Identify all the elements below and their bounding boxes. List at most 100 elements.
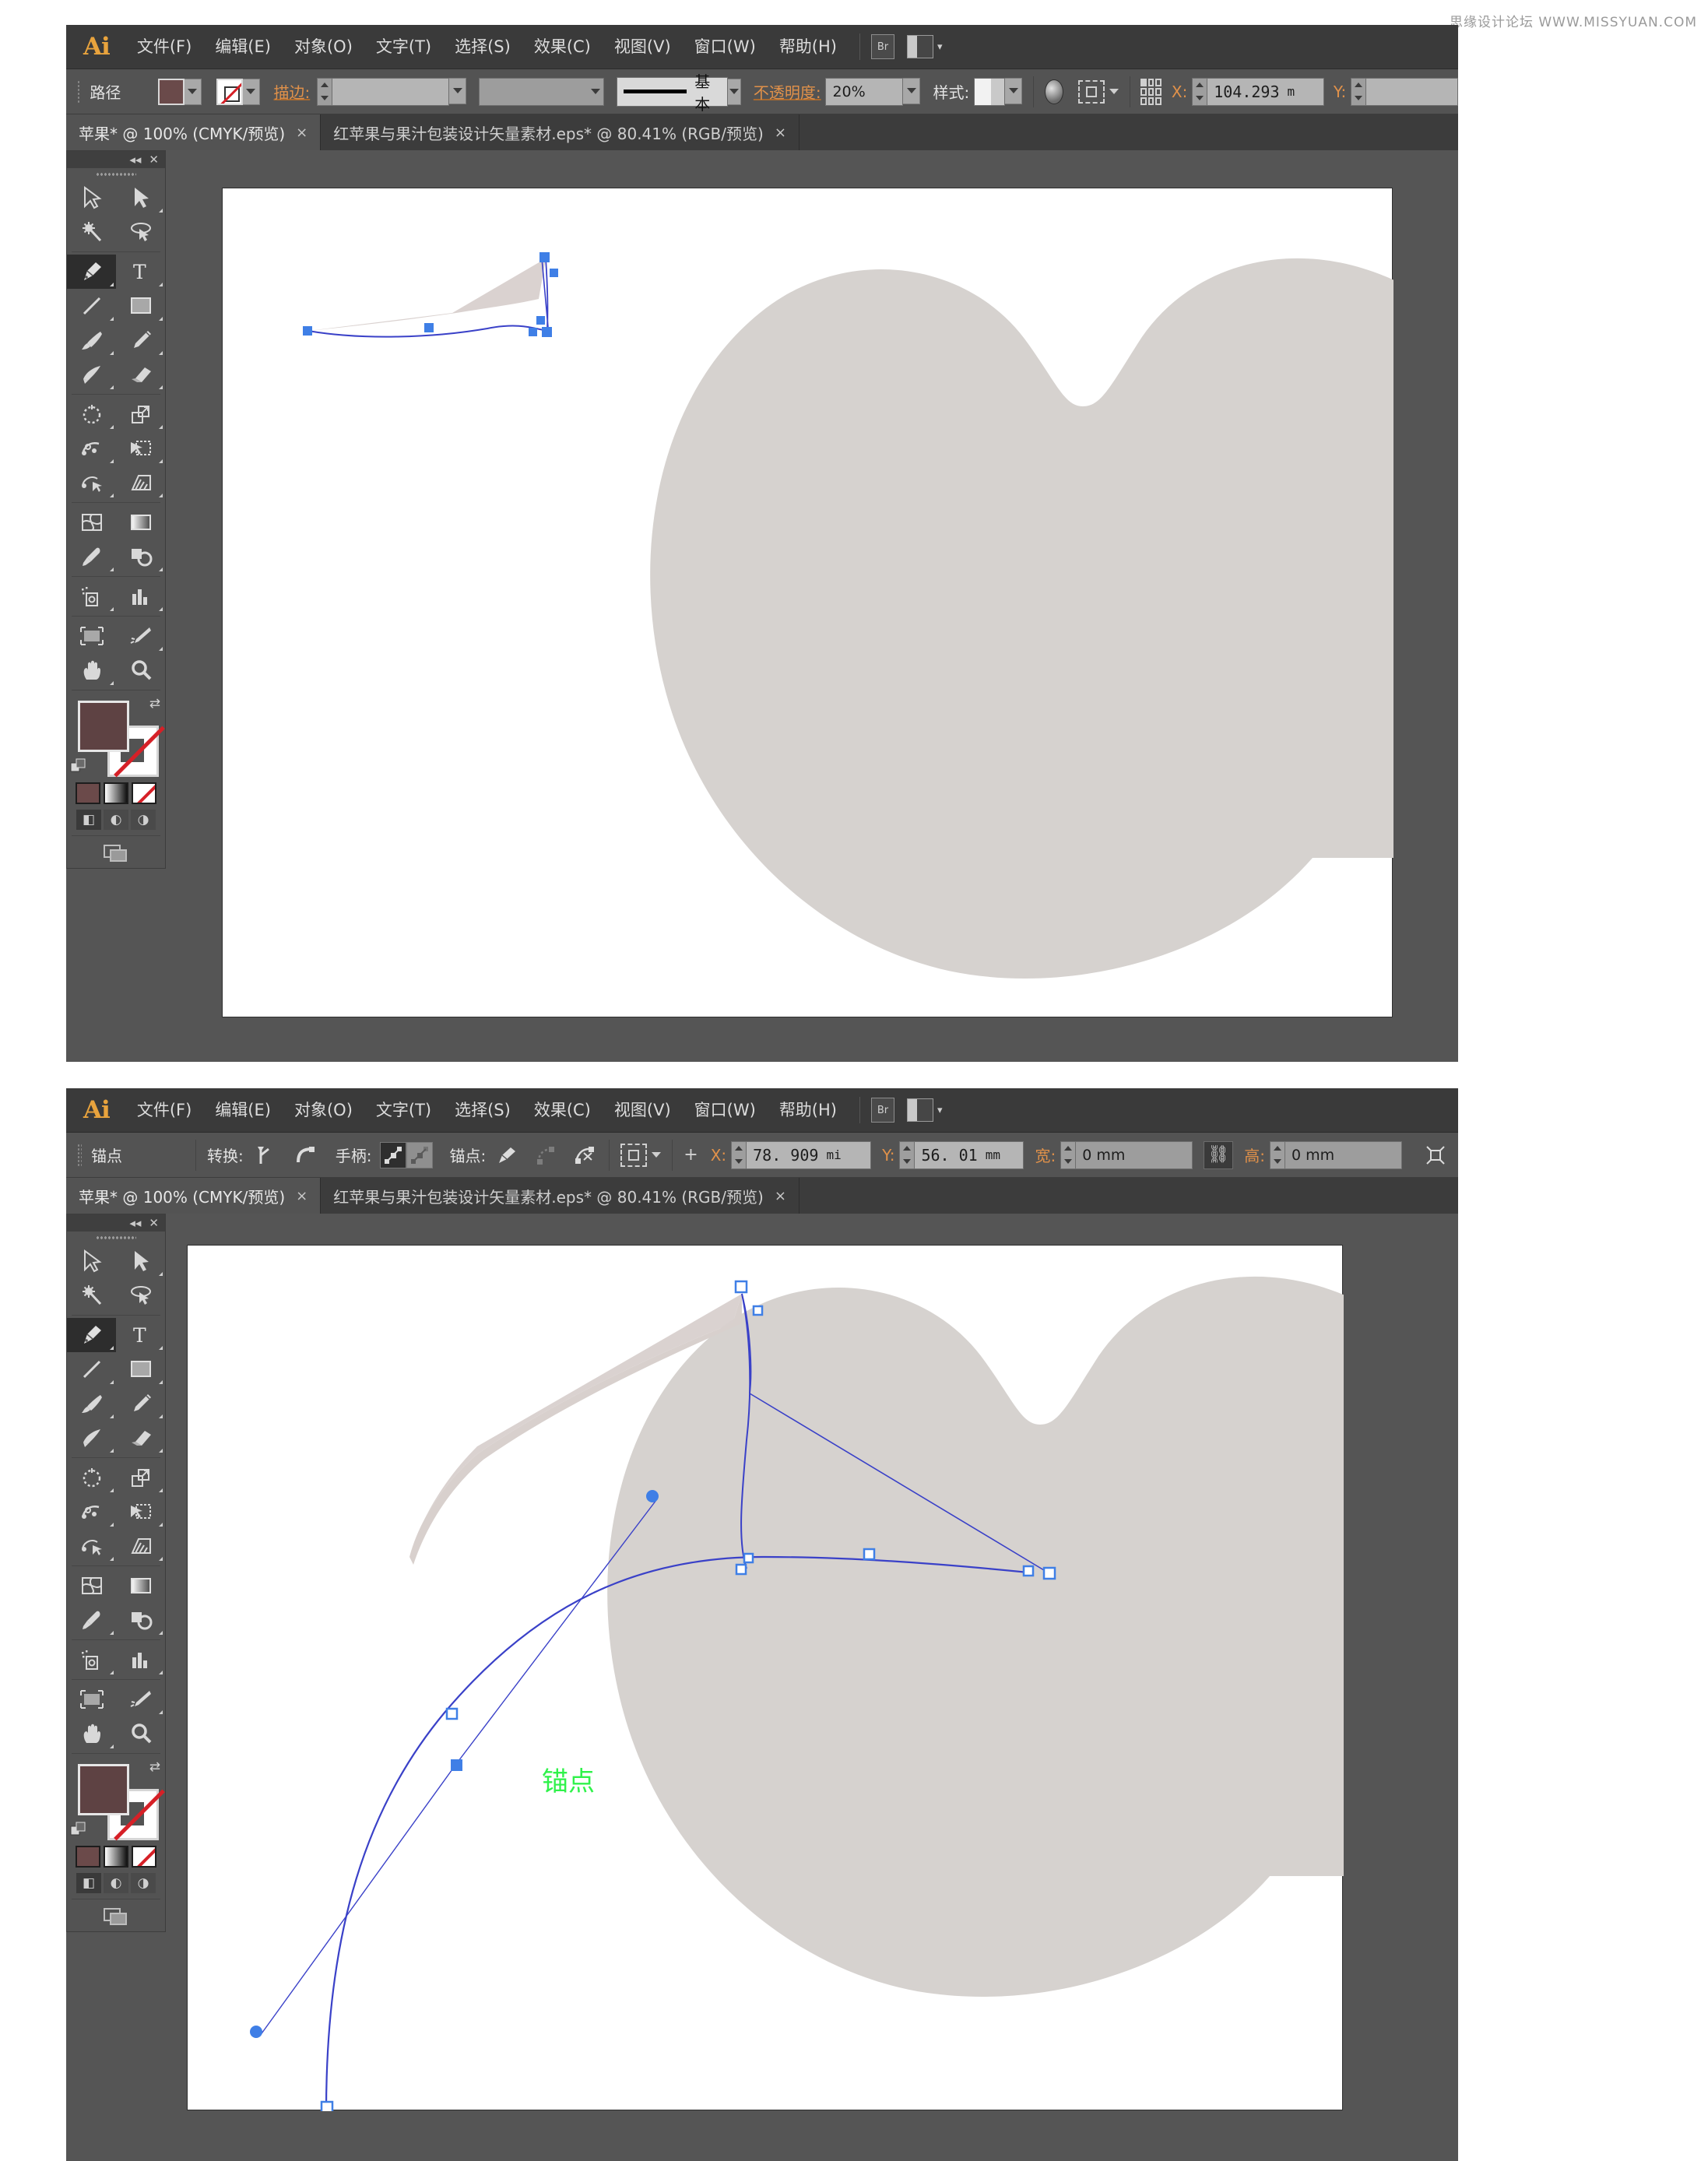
y-position-stepper[interactable]: [1351, 77, 1367, 106]
color-swatch-button[interactable]: [76, 1846, 100, 1868]
y-position-stepper[interactable]: [899, 1140, 916, 1169]
connect-anchors-icon[interactable]: [532, 1142, 559, 1168]
tool-lasso[interactable]: [116, 215, 165, 249]
tool-gradient[interactable]: [116, 505, 165, 539]
tool-eraser[interactable]: [116, 1421, 165, 1455]
tool-free-transform[interactable]: [116, 431, 165, 466]
document-tab-apple[interactable]: 苹果* @ 100% (CMYK/预览) ×: [66, 1178, 322, 1214]
tool-zoom[interactable]: [116, 1717, 165, 1751]
fill-color-swatch[interactable]: [78, 1764, 129, 1815]
tool-line-segment[interactable]: [67, 289, 116, 323]
collapse-double-arrow-icon[interactable]: ◂◂: [129, 153, 141, 166]
menu-item-select[interactable]: 选择(S): [443, 1088, 522, 1133]
tool-width[interactable]: [67, 431, 116, 466]
swap-fill-stroke-icon[interactable]: ⇄: [149, 1759, 160, 1775]
draw-normal-icon[interactable]: ◧: [76, 1873, 101, 1893]
width-value[interactable]: 0 mm: [1076, 1140, 1193, 1169]
draw-behind-icon[interactable]: ◐: [104, 810, 128, 830]
opacity-label[interactable]: 不透明度:: [754, 80, 821, 103]
fill-dropdown-arrow[interactable]: [184, 78, 202, 105]
tool-type[interactable]: T: [116, 255, 165, 289]
tool-gradient[interactable]: [116, 1569, 165, 1603]
hide-handles-icon[interactable]: [406, 1141, 433, 1168]
screen-mode-button[interactable]: [67, 838, 165, 868]
tool-paintbrush[interactable]: [67, 1386, 116, 1421]
tools-panel-header[interactable]: ◂◂ ✕: [67, 151, 165, 168]
tool-eyedropper[interactable]: [67, 539, 116, 574]
menu-item-select[interactable]: 选择(S): [443, 25, 522, 69]
tool-symbol-sprayer[interactable]: [67, 1643, 116, 1677]
tool-hand[interactable]: [67, 653, 116, 687]
draw-mode-buttons[interactable]: ◧ ◐ ◑: [67, 1870, 165, 1896]
menu-item-object[interactable]: 对象(O): [283, 25, 364, 69]
x-position-value[interactable]: 104.293 m: [1207, 77, 1325, 106]
tool-shape-builder[interactable]: [67, 466, 116, 500]
artboard-top[interactable]: [222, 188, 1437, 1017]
document-tab-apple[interactable]: 苹果* @ 100% (CMYK/预览) ×: [66, 114, 322, 150]
menu-item-object[interactable]: 对象(O): [283, 1088, 364, 1133]
tool-direct-selection[interactable]: [116, 181, 165, 215]
opacity-dropdown-arrow[interactable]: [903, 77, 921, 104]
fill-stroke-controls[interactable]: ⇄: [67, 693, 165, 780]
tool-line-segment[interactable]: [67, 1352, 116, 1386]
none-swatch-button[interactable]: [132, 782, 156, 804]
tools-panel-bottom[interactable]: ◂◂ ✕ T ⇄ ◧ ◐ ◑: [66, 1214, 166, 1932]
width-stepper[interactable]: [1060, 1140, 1077, 1169]
close-icon[interactable]: ×: [296, 1188, 308, 1204]
show-handles-icon[interactable]: [379, 1141, 406, 1168]
transform-panel-toggle[interactable]: [620, 1143, 662, 1167]
tool-rotate[interactable]: [67, 397, 116, 431]
color-mode-buttons[interactable]: [67, 1843, 165, 1870]
width-field[interactable]: 0 mm: [1060, 1140, 1193, 1169]
draw-mode-buttons[interactable]: ◧ ◐ ◑: [67, 806, 165, 833]
tool-eraser[interactable]: [116, 357, 165, 392]
remove-anchor-pen-icon[interactable]: [494, 1142, 520, 1168]
tool-perspective-grid[interactable]: [116, 466, 165, 500]
close-icon[interactable]: ×: [775, 125, 786, 141]
default-fill-stroke-icon[interactable]: [70, 758, 89, 777]
cut-path-icon[interactable]: [571, 1142, 598, 1168]
tool-lasso[interactable]: [116, 1278, 165, 1312]
tool-pen[interactable]: [67, 1318, 116, 1352]
y-position-value[interactable]: [1366, 77, 1459, 106]
align-reference-point-icon[interactable]: [1140, 78, 1162, 105]
menu-item-window[interactable]: 窗口(W): [683, 1088, 768, 1133]
control-bar-grip[interactable]: [77, 79, 81, 104]
tool-slice[interactable]: [116, 619, 165, 653]
graphic-style-arrow[interactable]: [1005, 77, 1023, 104]
height-value[interactable]: 0 mm: [1285, 1140, 1402, 1169]
fill-color-control[interactable]: [157, 78, 202, 105]
menu-item-edit[interactable]: 编辑(E): [203, 25, 283, 69]
tool-hand[interactable]: [67, 1717, 116, 1751]
stroke-weight-label[interactable]: 描边:: [273, 80, 310, 103]
opacity-mask-icon[interactable]: [1044, 79, 1063, 104]
tool-pencil[interactable]: [116, 323, 165, 357]
menu-item-view[interactable]: 视图(V): [603, 1088, 683, 1133]
x-position-field[interactable]: 78. 909 mi: [731, 1140, 872, 1169]
tool-mesh[interactable]: [67, 1569, 116, 1603]
tool-artboard[interactable]: [67, 619, 116, 653]
tool-blend[interactable]: [116, 1603, 165, 1637]
height-field[interactable]: 0 mm: [1269, 1140, 1402, 1169]
graphic-style-control[interactable]: [974, 77, 1023, 106]
stroke-dropdown-arrow[interactable]: [242, 78, 260, 105]
swap-fill-stroke-icon[interactable]: ⇄: [149, 696, 160, 712]
tools-panel-header[interactable]: ◂◂ ✕: [67, 1214, 165, 1232]
tool-shape-builder[interactable]: [67, 1529, 116, 1563]
menu-item-file[interactable]: 文件(F): [125, 1088, 203, 1133]
menu-item-type[interactable]: 文字(T): [364, 1088, 443, 1133]
tool-free-transform[interactable]: [116, 1495, 165, 1529]
none-swatch-button[interactable]: [132, 1846, 156, 1868]
tools-panel-top[interactable]: ◂◂ ✕ T ⇄ ◧ ◐ ◑: [66, 150, 166, 869]
gradient-swatch-button[interactable]: [104, 782, 128, 804]
tool-mesh[interactable]: [67, 505, 116, 539]
arrange-documents-icon[interactable]: [907, 1098, 933, 1122]
bridge-icon[interactable]: Br: [871, 1098, 894, 1123]
y-position-field[interactable]: 56. 01 mm: [899, 1140, 1024, 1169]
tools-panel-grip[interactable]: [67, 1232, 165, 1244]
tool-pen[interactable]: [67, 255, 116, 289]
menu-item-window[interactable]: 窗口(W): [683, 25, 768, 69]
canvas-area-top[interactable]: ◂◂ ✕ T ⇄ ◧ ◐ ◑: [66, 150, 1458, 1062]
fill-stroke-controls[interactable]: ⇄: [67, 1756, 165, 1843]
chevron-down-icon[interactable]: ▾: [937, 41, 943, 53]
